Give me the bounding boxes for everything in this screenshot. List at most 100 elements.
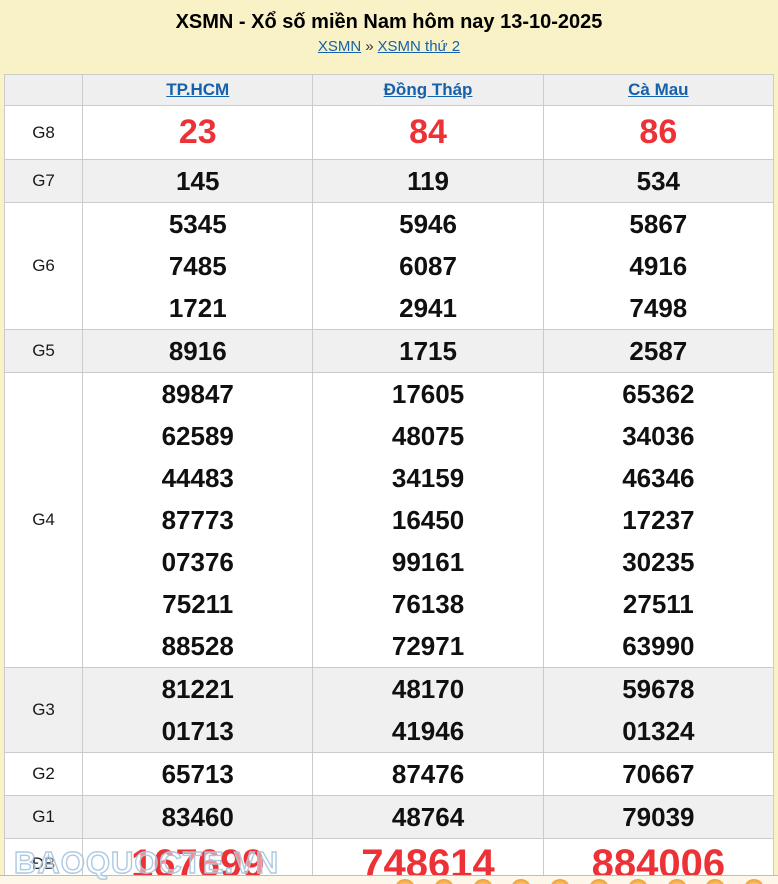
prize-cell: 89847625894448387773073767521188528	[83, 373, 313, 668]
province-header-ca-mau: Cà Mau	[543, 75, 773, 106]
prize-cell: 23	[83, 106, 313, 160]
prize-value: 17237	[544, 499, 773, 541]
prize-value: 07376	[83, 541, 312, 583]
prize-value: 8916	[83, 330, 312, 372]
prize-value: 01324	[544, 710, 773, 752]
prize-cell: 70667	[543, 753, 773, 796]
prize-cell: 84	[313, 106, 543, 160]
prize-cell: 534574851721	[83, 203, 313, 330]
prize-value: 87476	[313, 753, 542, 795]
prize-value: 63990	[544, 625, 773, 667]
prize-value: 5345	[83, 203, 312, 245]
prize-cell: 8916	[83, 330, 313, 373]
prize-value: 34036	[544, 415, 773, 457]
breadcrumb-link-xsmn[interactable]: XSMN	[318, 38, 361, 55]
ball-icon	[434, 879, 454, 884]
prize-value: 16450	[313, 499, 542, 541]
prize-cell: 145	[83, 160, 313, 203]
prize-value: 65713	[83, 753, 312, 795]
prize-row-g1: G1834604876479039	[5, 796, 774, 839]
prize-cell: 119	[313, 160, 543, 203]
prize-value: 5946	[313, 203, 542, 245]
prize-value: 86	[544, 106, 773, 159]
province-header-dong-thap: Đồng Tháp	[313, 75, 543, 106]
breadcrumb-separator: »	[365, 38, 373, 55]
prize-value: 76138	[313, 583, 542, 625]
prize-cell: 65362340364634617237302352751163990	[543, 373, 773, 668]
prize-cell: 83460	[83, 796, 313, 839]
province-link-tphcm[interactable]: TP.HCM	[166, 80, 229, 99]
prize-row-g4: G489847625894448387773073767521188528176…	[5, 373, 774, 668]
prize-value: 41946	[313, 710, 542, 752]
prize-value: 62589	[83, 415, 312, 457]
prize-row-g8: G8238486	[5, 106, 774, 160]
prize-value: 75211	[83, 583, 312, 625]
prize-value: 87773	[83, 499, 312, 541]
breadcrumb: XSMN» XSMN thứ 2	[0, 38, 778, 55]
prize-label-g4: G4	[5, 373, 83, 668]
page-header: XSMN - Xổ số miền Nam hôm nay 13-10-2025…	[0, 0, 778, 74]
prize-value: 1715	[313, 330, 542, 372]
prize-value: 44483	[83, 457, 312, 499]
prize-row-g7: G7145119534	[5, 160, 774, 203]
prize-value: 6087	[313, 245, 542, 287]
prize-cell: 17605480753415916450991617613872971	[313, 373, 543, 668]
prize-value: 2941	[313, 287, 542, 329]
ball-icon	[744, 879, 764, 884]
prize-row-g2: G2657138747670667	[5, 753, 774, 796]
page-title: XSMN - Xổ số miền Nam hôm nay 13-10-2025	[0, 9, 778, 35]
province-header-tphcm: TP.HCM	[83, 75, 313, 106]
prize-value: 119	[313, 160, 542, 202]
prize-cell: 1715	[313, 330, 543, 373]
prize-cell: 65713	[83, 753, 313, 796]
prize-value: 17605	[313, 373, 542, 415]
prize-cell: 86	[543, 106, 773, 160]
prize-label-g5: G5	[5, 330, 83, 373]
prize-value: 4916	[544, 245, 773, 287]
lottery-results-table: TP.HCM Đồng Tháp Cà Mau G8238486G7145119…	[4, 74, 774, 884]
breadcrumb-link-current[interactable]: XSMN thứ 2	[378, 38, 461, 55]
prize-row-g5: G5891617152587	[5, 330, 774, 373]
prize-value: 46346	[544, 457, 773, 499]
prize-cell: 594660872941	[313, 203, 543, 330]
prize-value: 23	[83, 106, 312, 159]
prize-label-g7: G7	[5, 160, 83, 203]
prize-value: 145	[83, 160, 312, 202]
prize-value: 99161	[313, 541, 542, 583]
prize-row-g6: G6534574851721594660872941586749167498	[5, 203, 774, 330]
prize-cell: 534	[543, 160, 773, 203]
prize-cell: 2587	[543, 330, 773, 373]
prize-value: 48075	[313, 415, 542, 457]
prize-value: 7498	[544, 287, 773, 329]
province-header-row: TP.HCM Đồng Tháp Cà Mau	[5, 75, 774, 106]
prize-cell: 87476	[313, 753, 543, 796]
prize-column-header-empty	[5, 75, 83, 106]
prize-value: 1721	[83, 287, 312, 329]
prize-label-g8: G8	[5, 106, 83, 160]
province-link-dong-thap[interactable]: Đồng Tháp	[384, 80, 473, 99]
ball-icon	[628, 879, 648, 884]
prize-value: 7485	[83, 245, 312, 287]
prize-value: 70667	[544, 753, 773, 795]
ball-icon	[705, 879, 725, 884]
prize-cell: 5967801324	[543, 668, 773, 753]
prize-cell: 48764	[313, 796, 543, 839]
ball-icon	[473, 879, 493, 884]
prize-cell: 8122101713	[83, 668, 313, 753]
prize-value: 89847	[83, 373, 312, 415]
prize-value: 30235	[544, 541, 773, 583]
prize-value: 83460	[83, 796, 312, 838]
prize-cell: 4817041946	[313, 668, 543, 753]
prize-value: 534	[544, 160, 773, 202]
province-link-ca-mau[interactable]: Cà Mau	[628, 80, 688, 99]
prize-label-g1: G1	[5, 796, 83, 839]
page: { "header": { "title": "XSMN - Xổ số miề…	[0, 0, 778, 884]
prize-value: 01713	[83, 710, 312, 752]
bottom-strip	[0, 875, 778, 884]
prize-value: 84	[313, 106, 542, 159]
prize-value: 79039	[544, 796, 773, 838]
prize-value: 65362	[544, 373, 773, 415]
prize-row-g3: G3812210171348170419465967801324	[5, 668, 774, 753]
prize-value: 72971	[313, 625, 542, 667]
prize-value: 34159	[313, 457, 542, 499]
